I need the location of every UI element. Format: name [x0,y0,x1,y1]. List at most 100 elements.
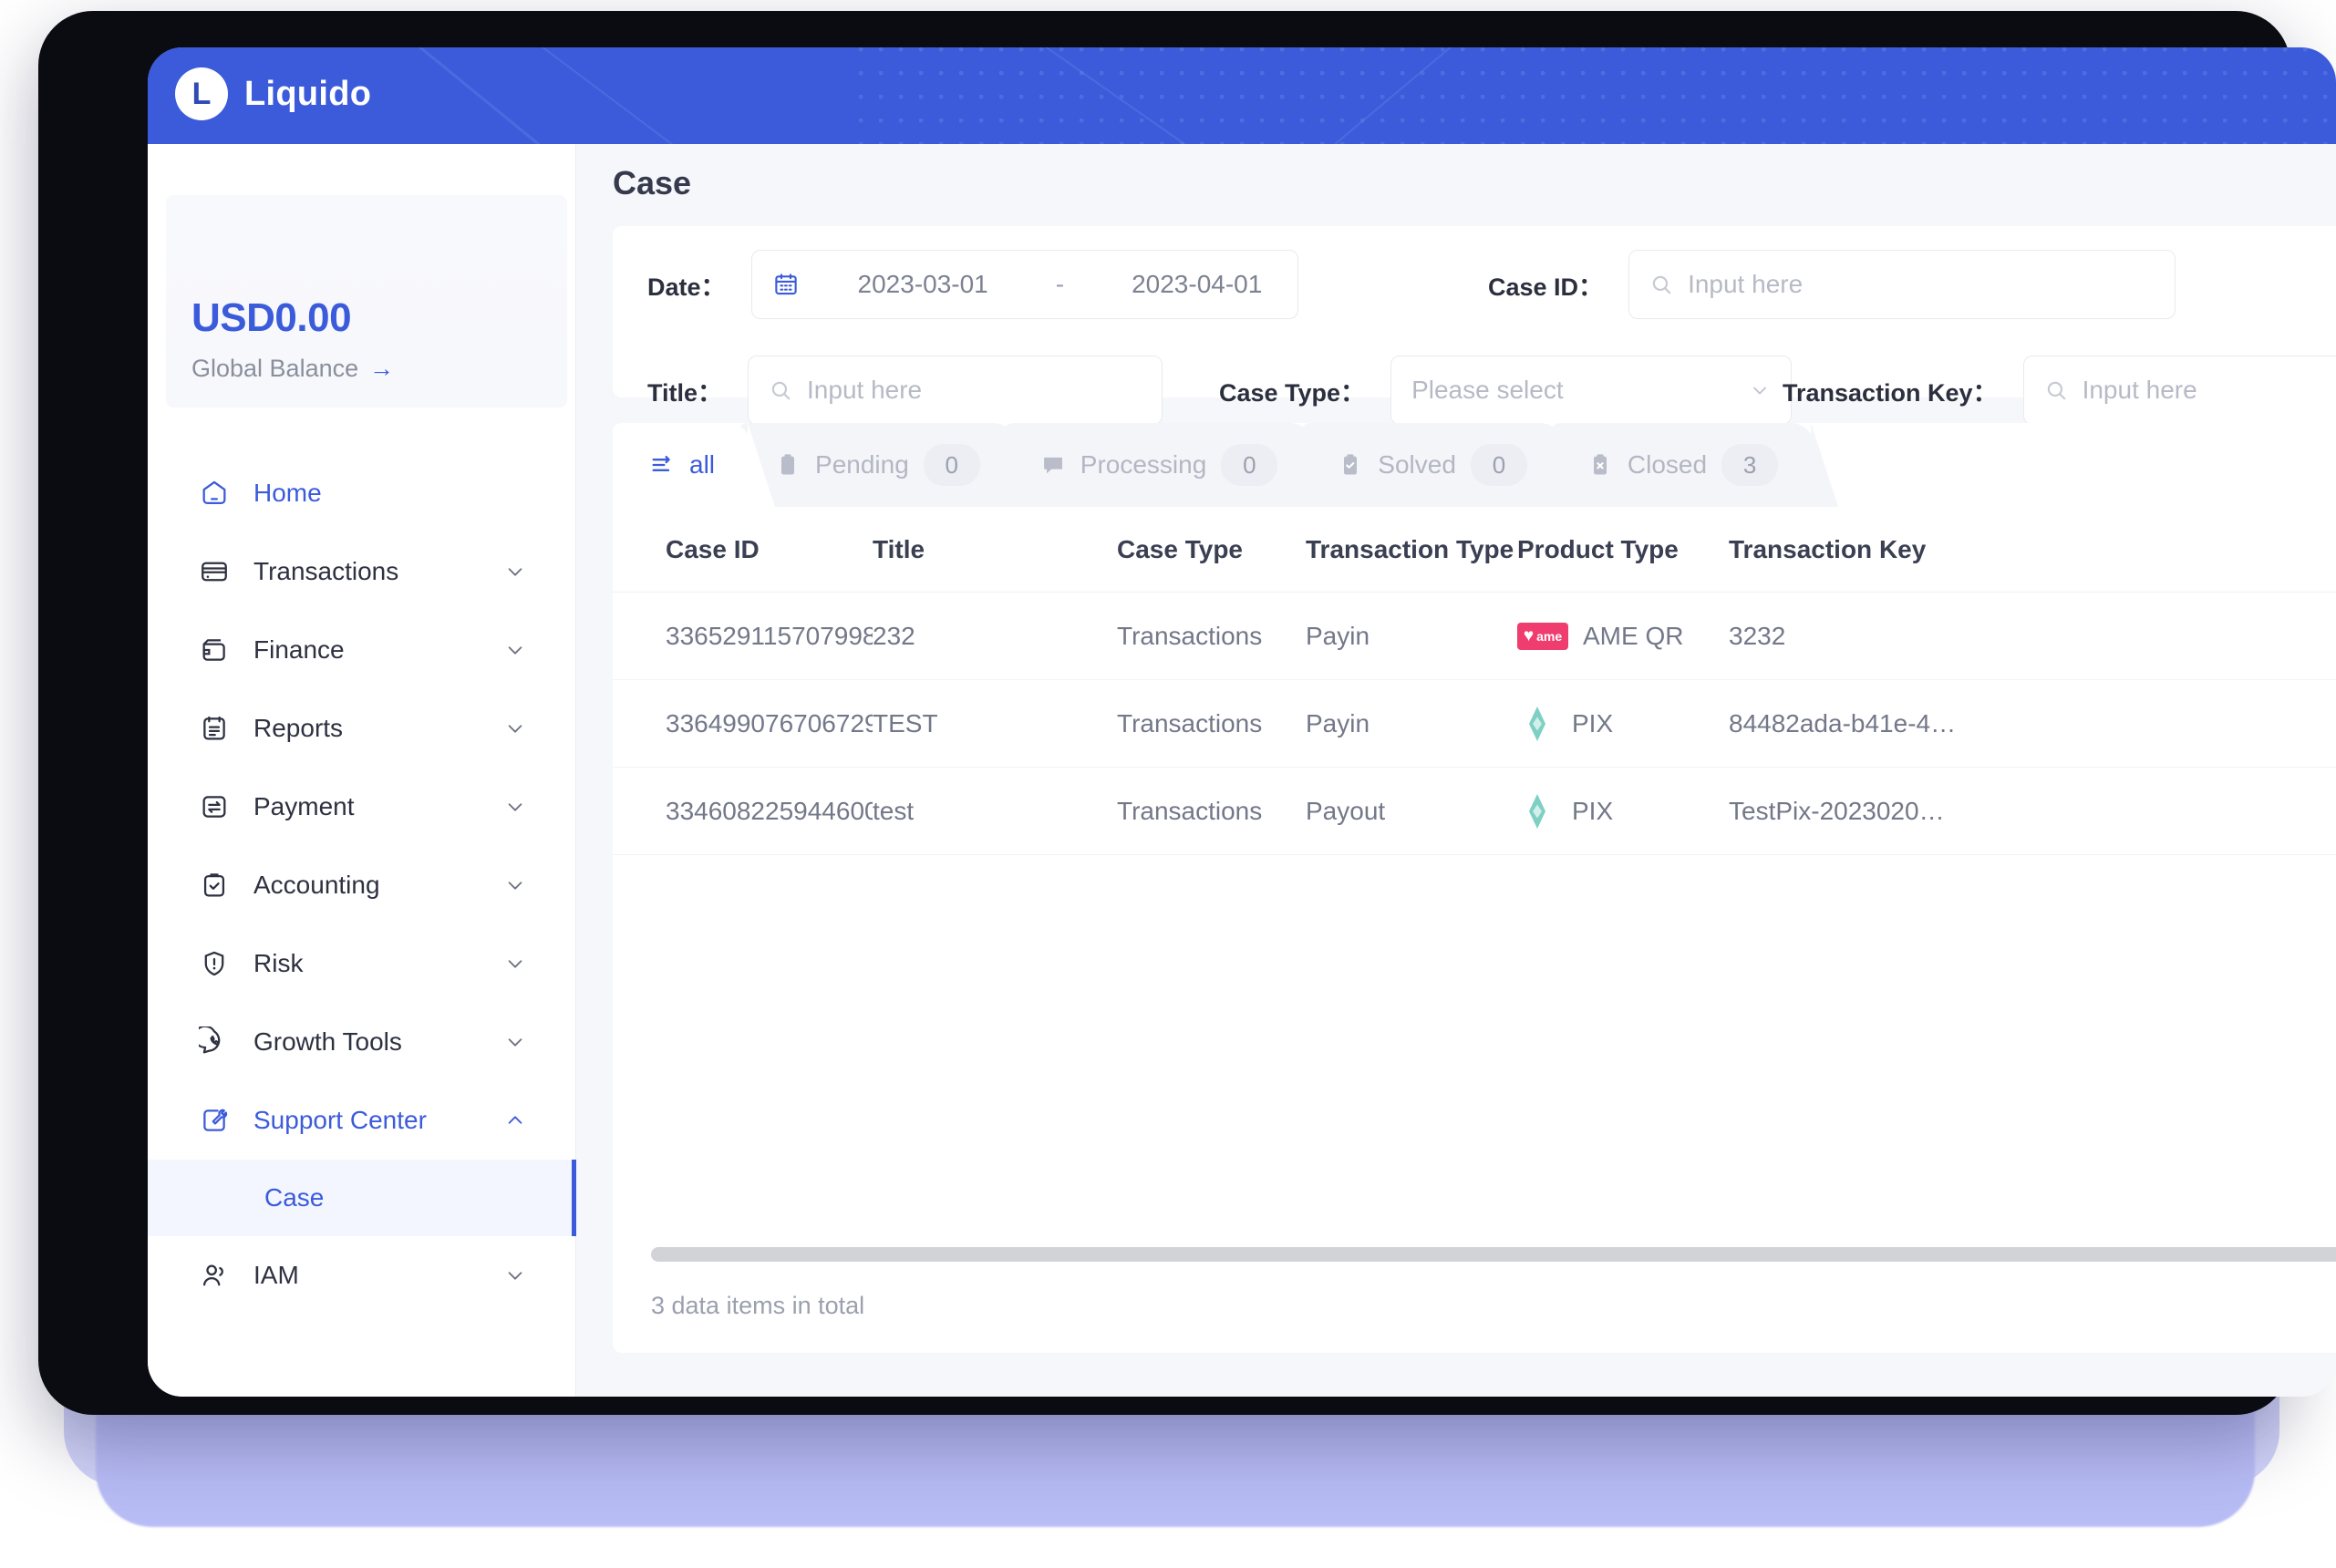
sidebar-item-label: Support Center [253,1106,427,1134]
transaction-key-field[interactable]: Input here [2022,356,2336,425]
sidebar-item-growth-tools[interactable]: Growth Tools [148,1003,576,1081]
sidebar-item-home[interactable]: Home [148,454,576,532]
tab-closed[interactable]: Closed 3 [1550,423,1815,507]
case-type-select[interactable]: Please select [1390,356,1793,425]
cell-product-type: ♥ ame AME QR [1517,622,1729,651]
sidebar-item-transactions[interactable]: Transactions [148,532,576,611]
payment-icon [202,796,226,818]
horizontal-scrollbar[interactable] [651,1247,2336,1262]
column-header-case-type: Case Type [1117,534,1243,563]
report-icon [203,716,225,740]
date-range-input[interactable]: 2023-03-01 - 2023-04-01 [750,250,1298,319]
cell-product-type: PIX [1517,791,1729,831]
cell-case-id: 336499076706729990 [666,708,873,738]
global-balance-card[interactable]: USD0.00 Global Balance → [166,195,567,407]
chevron-down-icon[interactable] [505,1265,525,1285]
sidebar: USD0.00 Global Balance → Home Transactio… [148,144,576,1397]
device-frame: L Liquido USD0.00 Global Balance → Home … [38,11,2336,1415]
table-row[interactable]: 336529115707998213 232 Transactions Payi… [613,593,2336,680]
chevron-down-icon[interactable] [1749,379,1771,401]
clipboard-check-icon [203,873,225,897]
chevron-down-icon[interactable] [505,1032,525,1052]
sidebar-item-risk[interactable]: Risk [148,924,576,1003]
home-icon [202,480,226,505]
wrench-icon [203,1109,228,1131]
chevron-down-icon[interactable] [505,562,525,582]
chevron-down-icon[interactable] [505,640,525,660]
sidebar-item-reports[interactable]: Reports [148,689,576,768]
cell-case-id: 334608225944600577 [666,796,873,825]
tab-pending[interactable]: Pending 0 [739,423,1017,507]
cell-case-type: Transactions [1117,708,1263,738]
filter-title: Title： Input here [647,356,1163,425]
sidebar-subitem-case[interactable]: Case [148,1160,576,1236]
search-icon [2047,381,2065,400]
balance-amount: USD0.00 [191,295,352,340]
cell-transaction-key: 3232 [1729,621,1786,650]
table-total-label: 3 data items in total [651,1292,865,1319]
sidebar-subitem-label: Case [264,1183,325,1212]
sidebar-item-iam[interactable]: IAM [148,1236,576,1315]
tab-count: 0 [1221,444,1278,486]
comment-icon [1043,457,1062,474]
table-header-row: Case ID Title Case Type Transaction Type… [613,507,2336,593]
table-row[interactable]: 334608225944600577 test Transactions Pay… [613,768,2336,855]
cell-title: 232 [873,621,915,650]
sidebar-item-accounting[interactable]: Accounting [148,846,576,924]
chevron-up-icon[interactable] [505,1110,525,1130]
sidebar-item-finance[interactable]: Finance [148,611,576,689]
cell-case-id: 336529115707998213 [666,621,873,650]
tab-solved[interactable]: Solved 0 [1301,423,1564,507]
tab-label: Processing [1080,450,1207,479]
case-table-card: all Pending 0 Processing 0 Solved 0 Clos… [613,423,2336,1353]
cell-transaction-type: Payin [1306,621,1370,650]
transaction-key-placeholder: Input here [2082,376,2197,404]
sidebar-item-support-center[interactable]: Support Center [148,1081,576,1160]
global-balance-link[interactable]: Global Balance → [191,355,394,383]
page-title: Case [613,164,692,201]
cell-product-type-label: PIX [1572,796,1614,825]
tab-label: all [689,450,716,479]
table-row[interactable]: 336499076706729990 TEST Transactions Pay… [613,680,2336,768]
tab-label: Solved [1378,450,1456,479]
cell-transaction-type: Payout [1306,796,1386,825]
cell-product-type-label: PIX [1572,708,1614,738]
tab-processing[interactable]: Processing 0 [1003,423,1315,507]
title-field[interactable]: Input here [748,356,1163,425]
tab-count: 0 [923,444,980,486]
chevron-down-icon[interactable] [505,954,525,974]
cell-title: test [873,796,915,825]
cell-product-type-label: AME QR [1583,621,1684,650]
filter-case-type: Case Type： Please select [1219,356,1793,425]
card-icon [202,562,227,582]
chevron-down-icon[interactable] [505,797,525,817]
filter-case-id-label: Case ID： [1488,273,1604,301]
filter-case-id: Case ID： Input here [1488,250,2176,319]
case-id-field[interactable]: Input here [1628,250,2176,319]
global-balance-label: Global Balance [191,355,359,382]
screenshot-stage: L Liquido USD0.00 Global Balance → Home … [0,0,2336,1568]
search-icon [771,381,791,400]
cell-case-type: Transactions [1117,621,1263,650]
sidebar-item-label: Payment [253,792,355,820]
clipboard-x-icon [1593,454,1607,475]
sidebar-item-label: Transactions [253,557,399,585]
tab-count: 0 [1470,444,1527,486]
filter-date: Date： 2023-03-01 - 2023-04-01 [647,250,1298,319]
tab-all[interactable]: all [613,423,752,507]
brand[interactable]: L Liquido [175,67,371,120]
clipboard-check-icon [1344,454,1358,475]
chevron-down-icon[interactable] [505,875,525,895]
tab-count: 3 [1721,444,1779,486]
sidebar-item-label: Finance [253,635,345,664]
sidebar-item-payment[interactable]: Payment [148,768,576,846]
column-header-title: Title [873,534,925,563]
ame-icon: ♥ ame [1517,622,1568,650]
chevron-down-icon[interactable] [505,718,525,738]
pix-icon [1529,706,1545,741]
logo-letter: L [191,77,212,111]
list-icon [652,456,670,471]
tab-label: Pending [815,450,909,479]
date-to-value: 2023-04-01 [1132,270,1263,298]
arrow-right-icon: → [369,355,395,382]
